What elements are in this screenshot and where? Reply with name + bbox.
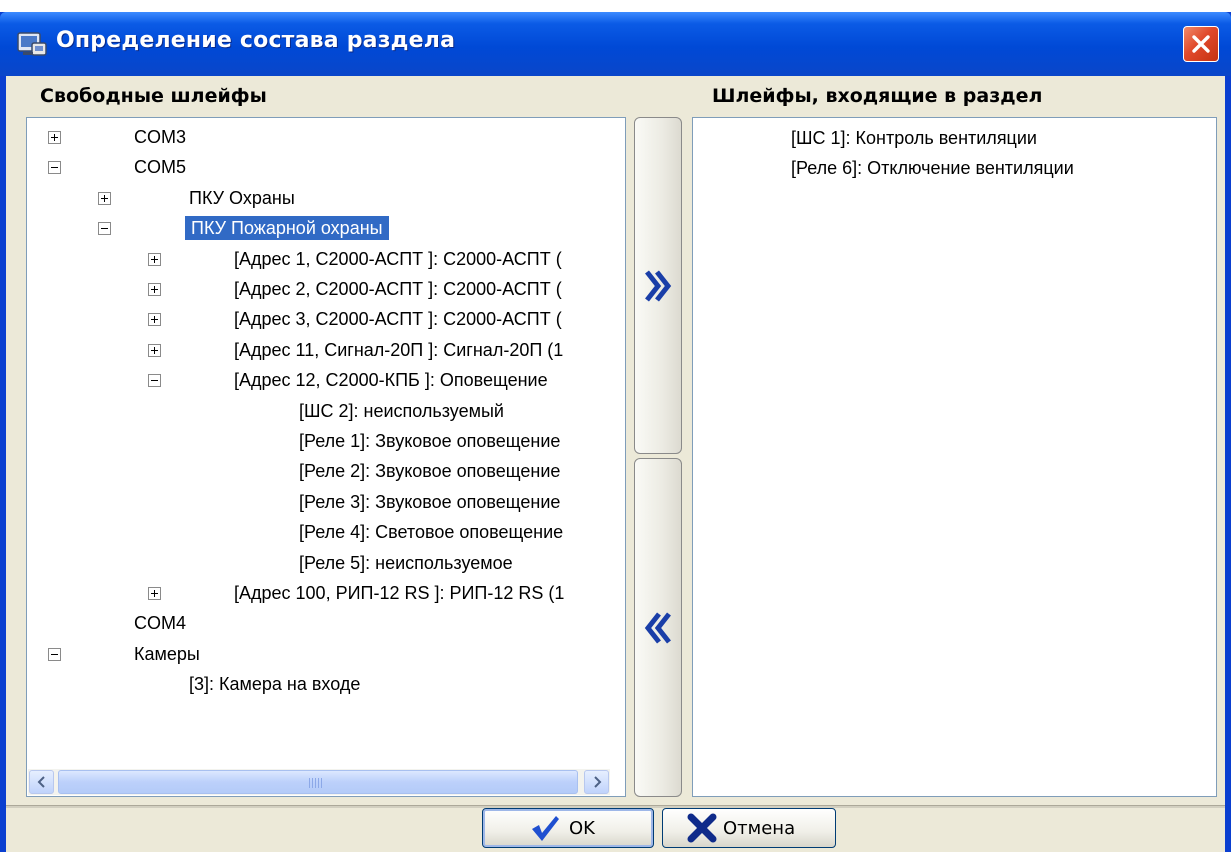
arrow-right-icon [593, 776, 601, 788]
ok-button[interactable]: OK [482, 808, 654, 848]
x-mark-icon [687, 813, 717, 843]
expand-icon[interactable] [98, 191, 111, 205]
arrow-left-icon [37, 776, 45, 788]
tree-node[interactable]: [Адрес 3, С2000-АСПТ ]: С2000-АСПТ ( [230, 304, 566, 334]
free-loops-label: Свободные шлейфы [40, 85, 267, 107]
section-loops-list[interactable]: [ШС 1]: Контроль вентиляции [Реле 6]: От… [692, 117, 1217, 797]
tree-node[interactable]: COM5 [130, 152, 190, 182]
scroll-grip [309, 778, 323, 788]
expand-icon[interactable] [148, 313, 161, 327]
dialog-client-area: Свободные шлейфы Шлейфы, входящие в разд… [6, 76, 1225, 852]
ok-button-label: OK [569, 817, 595, 839]
tree-node[interactable]: [Адрес 1, С2000-АСПТ ]: С2000-АСПТ ( [230, 244, 566, 274]
tree-node[interactable]: [Реле 1]: Звуковое оповещение [295, 426, 564, 456]
close-button[interactable] [1183, 26, 1219, 62]
window-title: Определение состава раздела [56, 28, 456, 53]
close-icon [1192, 35, 1210, 53]
tree-node[interactable]: [Адрес 12, С2000-КПБ ]: Оповещение [230, 365, 552, 395]
tree-node[interactable]: [Адрес 2, С2000-АСПТ ]: С2000-АСПТ ( [230, 274, 566, 304]
expand-icon[interactable] [148, 252, 161, 266]
add-to-section-button[interactable] [634, 117, 682, 454]
tree-node[interactable]: [Адрес 11, Сигнал-20П ]: Сигнал-20П (1 [230, 335, 567, 365]
tree-node[interactable]: [ШС 2]: неиспользуемый [295, 396, 508, 426]
dialog-window: Определение состава раздела Свободные шл… [0, 12, 1231, 852]
double-chevron-right-icon [645, 269, 672, 302]
double-chevron-left-icon [644, 611, 671, 644]
scroll-left-button[interactable] [29, 770, 54, 794]
scroll-right-button[interactable] [584, 770, 609, 794]
list-item[interactable]: [ШС 1]: Контроль вентиляции [787, 123, 1041, 153]
title-bar[interactable]: Определение состава раздела [0, 12, 1231, 76]
expand-icon[interactable] [148, 587, 161, 600]
tree-node[interactable]: COM4 [130, 608, 190, 638]
app-window-icon [17, 32, 47, 56]
tree-node[interactable]: [Реле 4]: Световое оповещение [295, 517, 567, 547]
tree-node[interactable]: ПКУ Пожарной охраны [185, 213, 389, 243]
cancel-button-label: Отмена [723, 817, 796, 839]
collapse-icon[interactable] [48, 161, 61, 175]
tree-node[interactable]: [Реле 2]: Звуковое оповещение [295, 456, 564, 486]
collapse-icon[interactable] [148, 374, 161, 388]
cancel-button[interactable]: Отмена [662, 808, 836, 848]
expand-icon[interactable] [48, 131, 61, 144]
collapse-icon[interactable] [48, 647, 61, 661]
collapse-icon[interactable] [98, 222, 111, 236]
tree-node[interactable]: [Реле 5]: неиспользуемое [295, 548, 517, 578]
checkmark-icon [532, 816, 559, 841]
scroll-thumb[interactable] [58, 770, 578, 794]
tree-node[interactable]: COM3 [130, 122, 190, 152]
section-loops-label: Шлейфы, входящие в раздел [712, 85, 1043, 107]
horizontal-scrollbar[interactable] [28, 769, 610, 795]
list-item[interactable]: [Реле 6]: Отключение вентиляции [787, 153, 1078, 183]
tree-node[interactable]: [Реле 3]: Звуковое оповещение [295, 487, 564, 517]
expand-icon[interactable] [148, 343, 161, 357]
tree-node[interactable]: ПКУ Охраны [185, 183, 299, 213]
free-loops-tree[interactable]: COM3 COM5 ПКУ Охраны ПКУ Пожарной охраны [Ад… [26, 117, 626, 797]
tree-node[interactable]: [Адрес 100, РИП-12 RS ]: РИП-12 RS (1 [230, 578, 568, 608]
tree-node[interactable]: Камеры [130, 639, 204, 669]
expand-icon[interactable] [148, 283, 161, 296]
tree-node[interactable]: [3]: Камера на входе [185, 669, 364, 699]
remove-from-section-button[interactable] [634, 458, 682, 797]
